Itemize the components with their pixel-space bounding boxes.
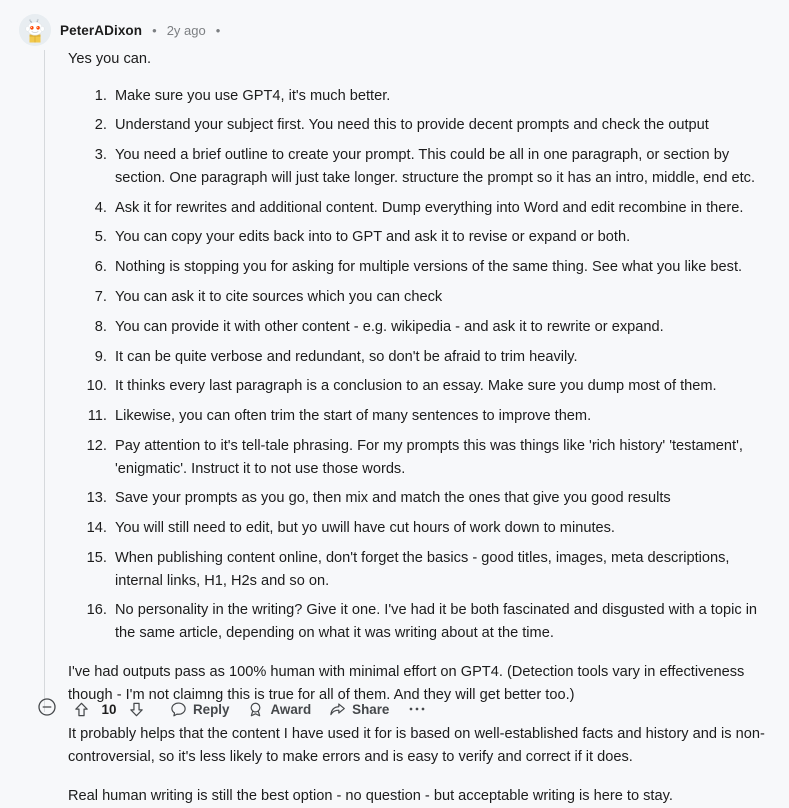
share-button[interactable]: Share: [320, 696, 398, 723]
overflow-menu-icon: [410, 707, 425, 711]
award-label: Award: [270, 701, 312, 717]
list-item: Ask it for rewrites and additional conte…: [111, 197, 775, 220]
list-item: It can be quite verbose and redundant, s…: [111, 346, 775, 369]
list-item: Understand your subject first. You need …: [111, 114, 775, 137]
reply-button[interactable]: Reply: [161, 696, 238, 723]
list-item: It thinks every last paragraph is a conc…: [111, 375, 775, 398]
comment-bubble-icon: [171, 701, 186, 716]
downvote-button[interactable]: [124, 697, 149, 722]
closing-paragraph: Real human writing is still the best opt…: [68, 788, 673, 805]
list-item: When publishing content online, don't fo…: [111, 547, 775, 593]
list-item: Save your prompts as you go, then mix an…: [111, 487, 775, 510]
comment-author[interactable]: PeterADixon: [60, 23, 142, 38]
comment-container: PeterADixon • 2y ago • Yes you can. Make…: [0, 0, 789, 804]
list-item: Pay attention to it's tell-tale phrasing…: [111, 435, 775, 481]
overflow-menu-button[interactable]: [398, 702, 436, 716]
reply-label: Reply: [193, 701, 230, 717]
upvote-arrow-icon: [75, 702, 88, 716]
list-item: You can provide it with other content - …: [111, 316, 775, 339]
downvote-arrow-icon: [130, 702, 143, 716]
upvote-button[interactable]: [69, 697, 94, 722]
minus-circle-icon: [38, 697, 56, 716]
thread-collapse-line[interactable]: [44, 50, 45, 712]
meta-separator-2: •: [215, 22, 221, 38]
intro-paragraph: Yes you can.: [68, 51, 152, 67]
reddit-snoo-avatar-icon: [19, 14, 51, 46]
comment-timestamp: 2y ago: [166, 22, 206, 38]
list-item: Likewise, you can often trim the start o…: [111, 405, 775, 428]
vote-group: 10: [69, 697, 149, 722]
comment-action-bar: 10 Reply Award Share: [33, 693, 436, 725]
list-item: You need a brief outline to create your …: [111, 144, 775, 190]
award-button[interactable]: Award: [238, 696, 320, 723]
closing-paragraph: It probably helps that the content I hav…: [68, 726, 765, 765]
share-label: Share: [352, 701, 390, 717]
award-medal-icon: [251, 702, 261, 716]
list-item: No personality in the writing? Give it o…: [111, 599, 775, 645]
meta-separator-1: •: [152, 22, 157, 38]
list-item: You will still need to edit, but yo uwil…: [111, 517, 775, 540]
vote-count: 10: [101, 701, 117, 717]
comment-header: PeterADixon • 2y ago •: [0, 0, 789, 46]
avatar[interactable]: [19, 14, 51, 46]
list-item: You can copy your edits back into to GPT…: [111, 226, 775, 249]
list-item: Make sure you use GPT4, it's much better…: [111, 85, 775, 108]
tips-list: Make sure you use GPT4, it's much better…: [68, 85, 775, 645]
list-item: You can ask it to cite sources which you…: [111, 286, 775, 309]
share-arrow-icon: [330, 702, 346, 715]
list-item: Nothing is stopping you for asking for m…: [111, 256, 775, 279]
collapse-thread-button[interactable]: [33, 693, 61, 726]
